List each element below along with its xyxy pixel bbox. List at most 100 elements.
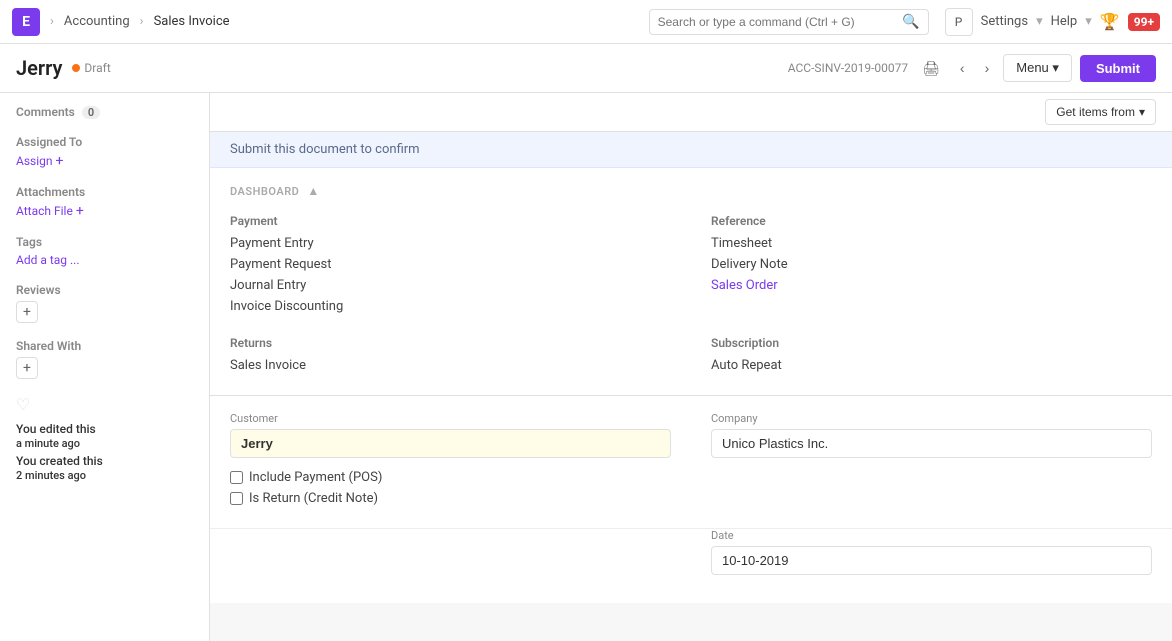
dashboard-sales-invoice[interactable]: Sales Invoice [230, 358, 671, 373]
help-button[interactable]: Help [1051, 14, 1078, 29]
breadcrumb-accounting[interactable]: Accounting [64, 14, 130, 29]
sidebar-tags: Tags Add a tag ... [16, 235, 193, 267]
attachments-label: Attachments [16, 185, 193, 199]
include-payment-row: Include Payment (POS) [230, 470, 1152, 485]
sidebar-attachments: Attachments Attach File + [16, 185, 193, 219]
customer-group: Customer [230, 412, 671, 458]
dashboard-title: DASHBOARD [230, 185, 299, 198]
dashboard-payment-entry[interactable]: Payment Entry [230, 236, 671, 251]
dashboard-grid: Payment Payment Entry Payment Request Jo… [230, 214, 1152, 379]
assigned-to-label: Assigned To [16, 135, 193, 149]
get-items-label: Get items from [1056, 105, 1135, 119]
breadcrumb-chevron-2: › [140, 14, 144, 29]
get-items-button[interactable]: Get items from ▾ [1045, 99, 1156, 125]
record-id: ACC-SINV-2019-00077 [788, 61, 908, 75]
form-grid: Customer Company [230, 412, 1152, 470]
assign-plus-icon: + [56, 153, 64, 169]
add-tag-button[interactable]: Add a tag ... [16, 253, 193, 267]
heart-icon[interactable]: ♡ [16, 395, 193, 414]
activity-time-1: a minute ago [16, 437, 80, 450]
is-return-checkbox[interactable] [230, 492, 243, 505]
search-input[interactable] [658, 15, 903, 29]
date-input[interactable] [711, 546, 1152, 575]
date-label: Date [711, 529, 1152, 542]
sidebar-activity: You edited this a minute ago You created… [16, 422, 193, 482]
activity-item-1: You edited this a minute ago [16, 422, 193, 450]
submit-banner: Submit this document to confirm [210, 132, 1172, 168]
sidebar-comments: Comments 0 [16, 105, 193, 119]
dashboard-timesheet[interactable]: Timesheet [711, 236, 1152, 251]
dashboard-payment-col: Payment Payment Entry Payment Request Jo… [230, 214, 671, 320]
dashboard-collapse-icon[interactable]: ▲ [307, 184, 319, 198]
activity-item-2: You created this 2 minutes ago [16, 454, 193, 482]
attach-file-button[interactable]: Attach File + [16, 203, 193, 219]
assign-button[interactable]: Assign + [16, 153, 193, 169]
sidebar-reviews: Reviews + [16, 283, 193, 323]
dashboard-sales-order[interactable]: Sales Order [711, 278, 1152, 293]
page-header-right: ACC-SINV-2019-00077 🖨 ‹ › Menu ▾ Submit [788, 54, 1156, 82]
comments-count: 0 [82, 106, 100, 119]
dashboard-header: DASHBOARD ▲ [230, 184, 1152, 198]
customer-label: Customer [230, 412, 671, 425]
breadcrumb-chevron-1: › [50, 14, 54, 29]
is-return-label: Is Return (Credit Note) [249, 491, 378, 506]
dashboard-invoice-discounting[interactable]: Invoice Discounting [230, 299, 671, 314]
dashboard-returns-col: Returns Sales Invoice [230, 336, 671, 379]
sidebar-assigned-to: Assigned To Assign + [16, 135, 193, 169]
dashboard-subscription-col: Subscription Auto Repeat [711, 336, 1152, 379]
add-shared-button[interactable]: + [16, 357, 38, 379]
date-section: Date [210, 528, 1172, 603]
breadcrumb-sales-invoice[interactable]: Sales Invoice [154, 14, 230, 29]
company-group: Company [711, 412, 1152, 458]
include-payment-label: Include Payment (POS) [249, 470, 382, 485]
dashboard-auto-repeat[interactable]: Auto Repeat [711, 358, 1152, 373]
content-area: Get items from ▾ Submit this document to… [210, 93, 1172, 641]
tags-label: Tags [16, 235, 193, 249]
draft-dot-icon [72, 64, 80, 72]
dashboard-returns-title: Returns [230, 336, 671, 350]
dashboard-section: DASHBOARD ▲ Payment Payment Entry Paymen… [210, 168, 1172, 396]
add-review-button[interactable]: + [16, 301, 38, 323]
prev-record-button[interactable]: ‹ [954, 56, 971, 80]
search-bar[interactable]: 🔍 [649, 9, 929, 35]
company-label: Company [711, 412, 1152, 425]
is-return-row: Is Return (Credit Note) [230, 491, 1152, 506]
menu-button[interactable]: Menu ▾ [1003, 54, 1072, 82]
page-title: Jerry [16, 56, 62, 80]
dashboard-delivery-note[interactable]: Delivery Note [711, 257, 1152, 272]
customer-input[interactable] [230, 429, 671, 458]
submit-button[interactable]: Submit [1080, 55, 1156, 82]
dashboard-payment-title: Payment [230, 214, 671, 228]
dashboard-reference-col: Reference Timesheet Delivery Note Sales … [711, 214, 1152, 320]
date-form-grid: Date [230, 529, 1152, 587]
notification-badge[interactable]: 99+ [1128, 13, 1160, 31]
get-items-chevron-icon: ▾ [1139, 105, 1145, 119]
dashboard-payment-request[interactable]: Payment Request [230, 257, 671, 272]
settings-button[interactable]: Settings [981, 14, 1028, 29]
nav-right-actions: P Settings ▾ Help ▾ 🏆 99+ [945, 8, 1160, 36]
reviews-label: Reviews [16, 283, 193, 297]
form-section: Customer Company Include Payment (POS) I… [210, 396, 1172, 528]
status-badge: Draft [72, 61, 110, 75]
date-group: Date [711, 529, 1152, 575]
activity-time-2: 2 minutes ago [16, 469, 86, 482]
user-avatar[interactable]: P [945, 8, 973, 36]
trophy-icon: 🏆 [1100, 12, 1120, 31]
search-icon: 🔍 [902, 14, 919, 30]
next-record-button[interactable]: › [979, 56, 996, 80]
app-logo[interactable]: E [12, 8, 40, 36]
submit-banner-text: Submit this document to confirm [230, 142, 420, 157]
dashboard-journal-entry[interactable]: Journal Entry [230, 278, 671, 293]
shared-with-label: Shared With [16, 339, 193, 353]
content-toolbar: Get items from ▾ [210, 93, 1172, 132]
page-header: Jerry Draft ACC-SINV-2019-00077 🖨 ‹ › Me… [0, 44, 1172, 93]
dashboard-subscription-title: Subscription [711, 336, 1152, 350]
attach-plus-icon: + [76, 203, 84, 219]
company-input[interactable] [711, 429, 1152, 458]
main-layout: Comments 0 Assigned To Assign + Attachme… [0, 93, 1172, 641]
print-button[interactable]: 🖨 [916, 56, 946, 81]
navbar: E › Accounting › Sales Invoice 🔍 P Setti… [0, 0, 1172, 44]
dashboard-reference-title: Reference [711, 214, 1152, 228]
include-payment-checkbox[interactable] [230, 471, 243, 484]
sidebar: Comments 0 Assigned To Assign + Attachme… [0, 93, 210, 641]
